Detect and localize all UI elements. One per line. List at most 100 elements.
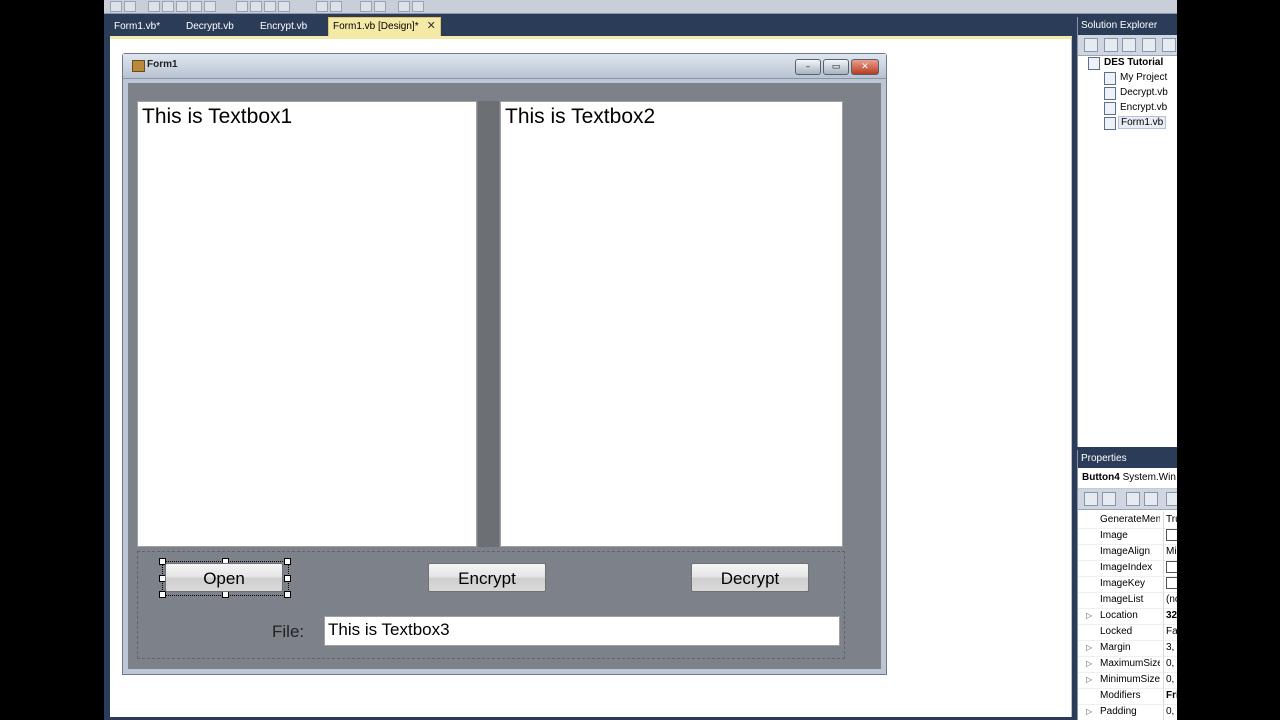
property-value[interactable]: Fri xyxy=(1163,688,1177,704)
toolbar-button[interactable] xyxy=(330,1,342,12)
property-row[interactable]: ImageAlign Mi xyxy=(1078,544,1177,561)
toolbar-button[interactable] xyxy=(190,1,202,12)
toolbar-button[interactable] xyxy=(316,1,328,12)
show-all-files-icon[interactable] xyxy=(1104,38,1118,52)
property-row[interactable]: ▷ Padding 0, 0 xyxy=(1078,704,1177,720)
refresh-icon[interactable] xyxy=(1122,38,1136,52)
screen-border xyxy=(1177,0,1280,720)
property-value[interactable]: 0, 0 xyxy=(1163,656,1177,672)
close-icon[interactable]: ✕ xyxy=(851,59,879,75)
toolbar-button[interactable] xyxy=(162,1,174,12)
project-icon xyxy=(1104,72,1116,85)
tab-label: Decrypt.vb xyxy=(186,21,234,32)
resize-handle[interactable] xyxy=(159,591,166,598)
minimize-icon[interactable]: – xyxy=(795,59,821,75)
image-swatch-icon xyxy=(1166,561,1177,574)
property-name: GenerateMen xyxy=(1100,514,1160,525)
property-row[interactable]: ▷ Location 32, xyxy=(1078,608,1177,625)
toolbar-button[interactable] xyxy=(412,1,424,12)
toolbar-button[interactable] xyxy=(278,1,290,12)
expand-icon[interactable]: ▷ xyxy=(1086,672,1092,688)
property-row[interactable]: ▷ Margin 3, 3 xyxy=(1078,640,1177,657)
property-value[interactable]: (nc xyxy=(1163,592,1177,608)
visual-studio-ide: Form1.vb* Decrypt.vb Encrypt.vb Form1.vb… xyxy=(104,0,1177,720)
property-name: MaximumSize xyxy=(1100,658,1160,669)
tab-label: Form1.vb [Design]* xyxy=(333,21,419,32)
property-row[interactable]: ▷ MaximumSize 0, 0 xyxy=(1078,656,1177,673)
expand-icon[interactable]: ▷ xyxy=(1086,704,1092,720)
properties-icon[interactable] xyxy=(1126,492,1140,506)
resize-handle[interactable] xyxy=(284,575,291,582)
expand-icon[interactable]: ▷ xyxy=(1086,640,1092,656)
tab-label: Encrypt.vb xyxy=(260,21,308,32)
property-value[interactable] xyxy=(1163,528,1177,544)
property-row[interactable]: Locked Fal xyxy=(1078,624,1177,641)
toolbar-button[interactable] xyxy=(124,1,136,12)
properties-icon[interactable] xyxy=(1084,38,1098,52)
property-value[interactable] xyxy=(1163,560,1177,576)
textbox1[interactable]: This is Textbox1 xyxy=(137,101,477,547)
property-row[interactable]: GenerateMen Tru xyxy=(1078,512,1177,529)
solution-icon xyxy=(1088,57,1100,70)
resize-handle[interactable] xyxy=(284,558,291,565)
categorized-icon[interactable] xyxy=(1084,492,1098,506)
toolbar-button[interactable] xyxy=(204,1,216,12)
view-designer-icon[interactable] xyxy=(1162,38,1176,52)
encrypt-button[interactable]: Encrypt xyxy=(428,563,546,592)
object-selector[interactable]: Button4 System.Win xyxy=(1078,468,1177,489)
form-title: Form1 xyxy=(147,59,178,70)
property-name: ImageList xyxy=(1100,594,1144,605)
property-value[interactable]: 0, 0 xyxy=(1163,704,1177,720)
toolbar-button[interactable] xyxy=(110,1,122,12)
property-name: Padding xyxy=(1100,706,1137,717)
image-swatch-icon xyxy=(1166,577,1177,590)
bottom-panel: Open Encrypt Decrypt File: This is Textb… xyxy=(137,551,845,659)
tab-encrypt-vb[interactable]: Encrypt.vb xyxy=(256,17,311,36)
property-value[interactable]: 32, xyxy=(1163,608,1177,624)
property-row[interactable]: ImageIndex xyxy=(1078,560,1177,577)
maximize-icon[interactable]: ▭ xyxy=(823,59,849,75)
tree-item-label: Decrypt.vb xyxy=(1120,87,1168,98)
expand-icon[interactable]: ▷ xyxy=(1086,656,1092,672)
toolbar-button[interactable] xyxy=(148,1,160,12)
resize-handle[interactable] xyxy=(284,591,291,598)
expand-icon[interactable]: ▷ xyxy=(1086,608,1092,624)
open-button[interactable]: Open xyxy=(165,563,283,592)
properties-toolbar xyxy=(1078,489,1177,510)
tab-decrypt-vb[interactable]: Decrypt.vb xyxy=(182,17,238,36)
property-row[interactable]: ImageList (nc xyxy=(1078,592,1177,609)
close-icon[interactable]: ✕ xyxy=(427,20,436,32)
toolbar-button[interactable] xyxy=(398,1,410,12)
property-row[interactable]: Modifiers Fri xyxy=(1078,688,1177,705)
property-value[interactable]: 0, 0 xyxy=(1163,672,1177,688)
object-type: System.Win xyxy=(1122,472,1176,483)
property-value[interactable] xyxy=(1163,576,1177,592)
property-value[interactable]: Mi xyxy=(1163,544,1177,560)
view-code-icon[interactable] xyxy=(1142,38,1156,52)
splitter[interactable] xyxy=(478,101,499,547)
property-row[interactable]: ImageKey xyxy=(1078,576,1177,593)
alphabetical-icon[interactable] xyxy=(1102,492,1116,506)
toolbar-button[interactable] xyxy=(264,1,276,12)
property-row[interactable]: ▷ MinimumSize 0, 0 xyxy=(1078,672,1177,689)
toolbar-button[interactable] xyxy=(374,1,386,12)
property-row[interactable]: Image xyxy=(1078,528,1177,545)
property-name: Location xyxy=(1100,610,1138,621)
tree-item-label: My Project xyxy=(1120,72,1168,83)
toolbar-button[interactable] xyxy=(236,1,248,12)
toolbar-button[interactable] xyxy=(176,1,188,12)
property-name: Image xyxy=(1100,530,1128,541)
events-icon[interactable] xyxy=(1144,492,1158,506)
tab-form1-design[interactable]: Form1.vb [Design]* ✕ xyxy=(328,17,441,37)
property-value[interactable]: 3, 3 xyxy=(1163,640,1177,656)
property-value[interactable]: Tru xyxy=(1163,512,1177,528)
textbox2[interactable]: This is Textbox2 xyxy=(500,101,843,547)
property-value[interactable]: Fal xyxy=(1163,624,1177,640)
property-pages-icon[interactable] xyxy=(1166,492,1177,506)
decrypt-button[interactable]: Decrypt xyxy=(691,563,809,592)
toolbar-button[interactable] xyxy=(250,1,262,12)
textbox3[interactable]: This is Textbox3 xyxy=(324,616,840,646)
toolbar-button[interactable] xyxy=(360,1,372,12)
tab-form1-vb[interactable]: Form1.vb* xyxy=(110,17,164,36)
property-name: Modifiers xyxy=(1100,690,1141,701)
